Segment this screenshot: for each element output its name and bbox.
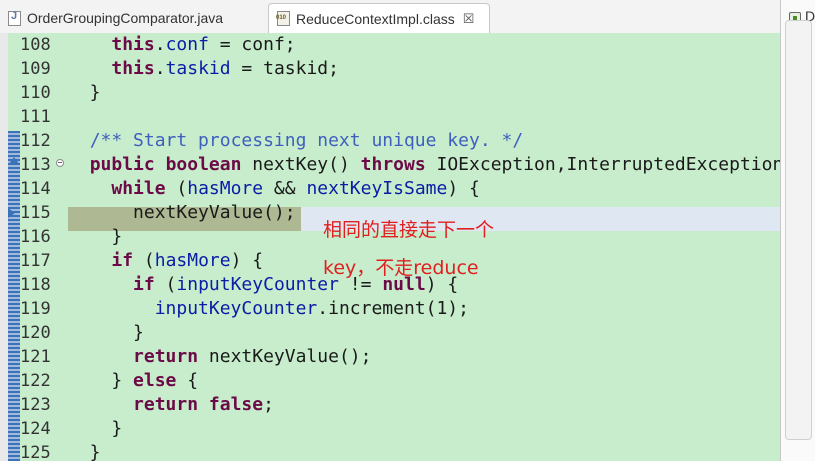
code-line[interactable]: 123 return false; — [0, 393, 780, 417]
tab-label: ReduceContextImpl.class — [296, 10, 455, 27]
line-number: 116 — [20, 227, 51, 247]
line-number: 124 — [20, 419, 51, 439]
code-line[interactable]: 125 } — [0, 441, 780, 461]
code-line[interactable]: 110 } — [0, 81, 780, 105]
code-text: if (hasMore) { — [111, 250, 264, 271]
code-text: this.taskid = taskid; — [111, 58, 339, 79]
code-text: } — [68, 442, 101, 461]
line-number: 119 — [20, 299, 51, 319]
line-number: 112 — [20, 131, 51, 151]
tab-order-grouping-comparator[interactable]: OrderGroupingComparator.java — [0, 4, 262, 32]
override-marker-icon[interactable] — [9, 157, 19, 164]
line-number: 110 — [20, 83, 51, 103]
code-line[interactable]: 124 } — [0, 417, 780, 441]
code-text: } else { — [68, 370, 199, 391]
code-line[interactable]: 121 return nextKeyValue(); — [0, 345, 780, 369]
code-line[interactable]: 120 } — [0, 321, 780, 345]
tab-reduce-context-impl[interactable]: ReduceContextImpl.class ☒ — [268, 3, 490, 33]
code-text: this.conf = conf; — [111, 34, 296, 55]
close-tab-icon[interactable]: ☒ — [463, 11, 475, 27]
annotation-text-line1: 相同的直接走下一个 — [323, 219, 495, 241]
line-number: 117 — [20, 251, 51, 271]
code-text: public boolean nextKey() throws IOExcept… — [89, 154, 780, 175]
line-number: 125 — [20, 443, 51, 461]
code-line[interactable]: 114 while (hasMore && nextKeyIsSame) { — [0, 177, 780, 201]
fold-toggle-icon[interactable] — [56, 159, 64, 167]
code-text: return nextKeyValue(); — [133, 346, 372, 367]
right-side-panel: D — [780, 0, 815, 461]
line-number: 115 — [20, 203, 51, 223]
line-number: 114 — [20, 179, 51, 199]
annotation-text-line2: key，不走reduce — [323, 257, 479, 279]
line-number: 113 — [20, 155, 51, 175]
line-number: 111 — [20, 107, 51, 127]
line-number: 120 — [20, 323, 51, 343]
code-line[interactable]: 112 /** Start processing next unique key… — [0, 129, 780, 153]
java-file-icon — [8, 10, 21, 26]
panel-scrollbar[interactable] — [785, 20, 812, 440]
current-line-arrow-icon[interactable] — [8, 208, 15, 218]
code-text: } — [68, 82, 101, 103]
line-number: 108 — [20, 35, 51, 55]
class-file-icon — [276, 11, 290, 26]
tab-label: OrderGroupingComparator.java — [27, 10, 224, 26]
code-line[interactable]: 119 inputKeyCounter.increment(1); — [0, 297, 780, 321]
code-text: inputKeyCounter.increment(1); — [154, 298, 469, 319]
code-text: while (hasMore && nextKeyIsSame) { — [111, 178, 480, 199]
code-line[interactable]: 108 this.conf = conf; — [0, 33, 780, 57]
editor-tab-bar: OrderGroupingComparator.java ReduceConte… — [0, 0, 780, 34]
code-text: nextKeyValue(); — [68, 202, 296, 223]
code-text: /** Start processing next unique key. */ — [89, 130, 524, 151]
code-text: return false; — [133, 394, 274, 415]
line-number: 121 — [20, 347, 51, 367]
code-line[interactable]: 111 — [0, 105, 780, 129]
code-text: } — [68, 226, 123, 247]
code-line[interactable]: 122 } else { — [0, 369, 780, 393]
line-number: 122 — [20, 371, 51, 391]
line-number: 118 — [20, 275, 51, 295]
code-text: } — [68, 322, 144, 343]
code-line[interactable]: 109 this.taskid = taskid; — [0, 57, 780, 81]
code-editor[interactable]: 108 this.conf = conf; 109 this.taskid = t… — [0, 33, 780, 461]
code-text: } — [68, 418, 123, 439]
code-line[interactable]: 113 public boolean nextKey() throws IOEx… — [0, 153, 780, 177]
line-number: 123 — [20, 395, 51, 415]
line-number: 109 — [20, 59, 51, 79]
